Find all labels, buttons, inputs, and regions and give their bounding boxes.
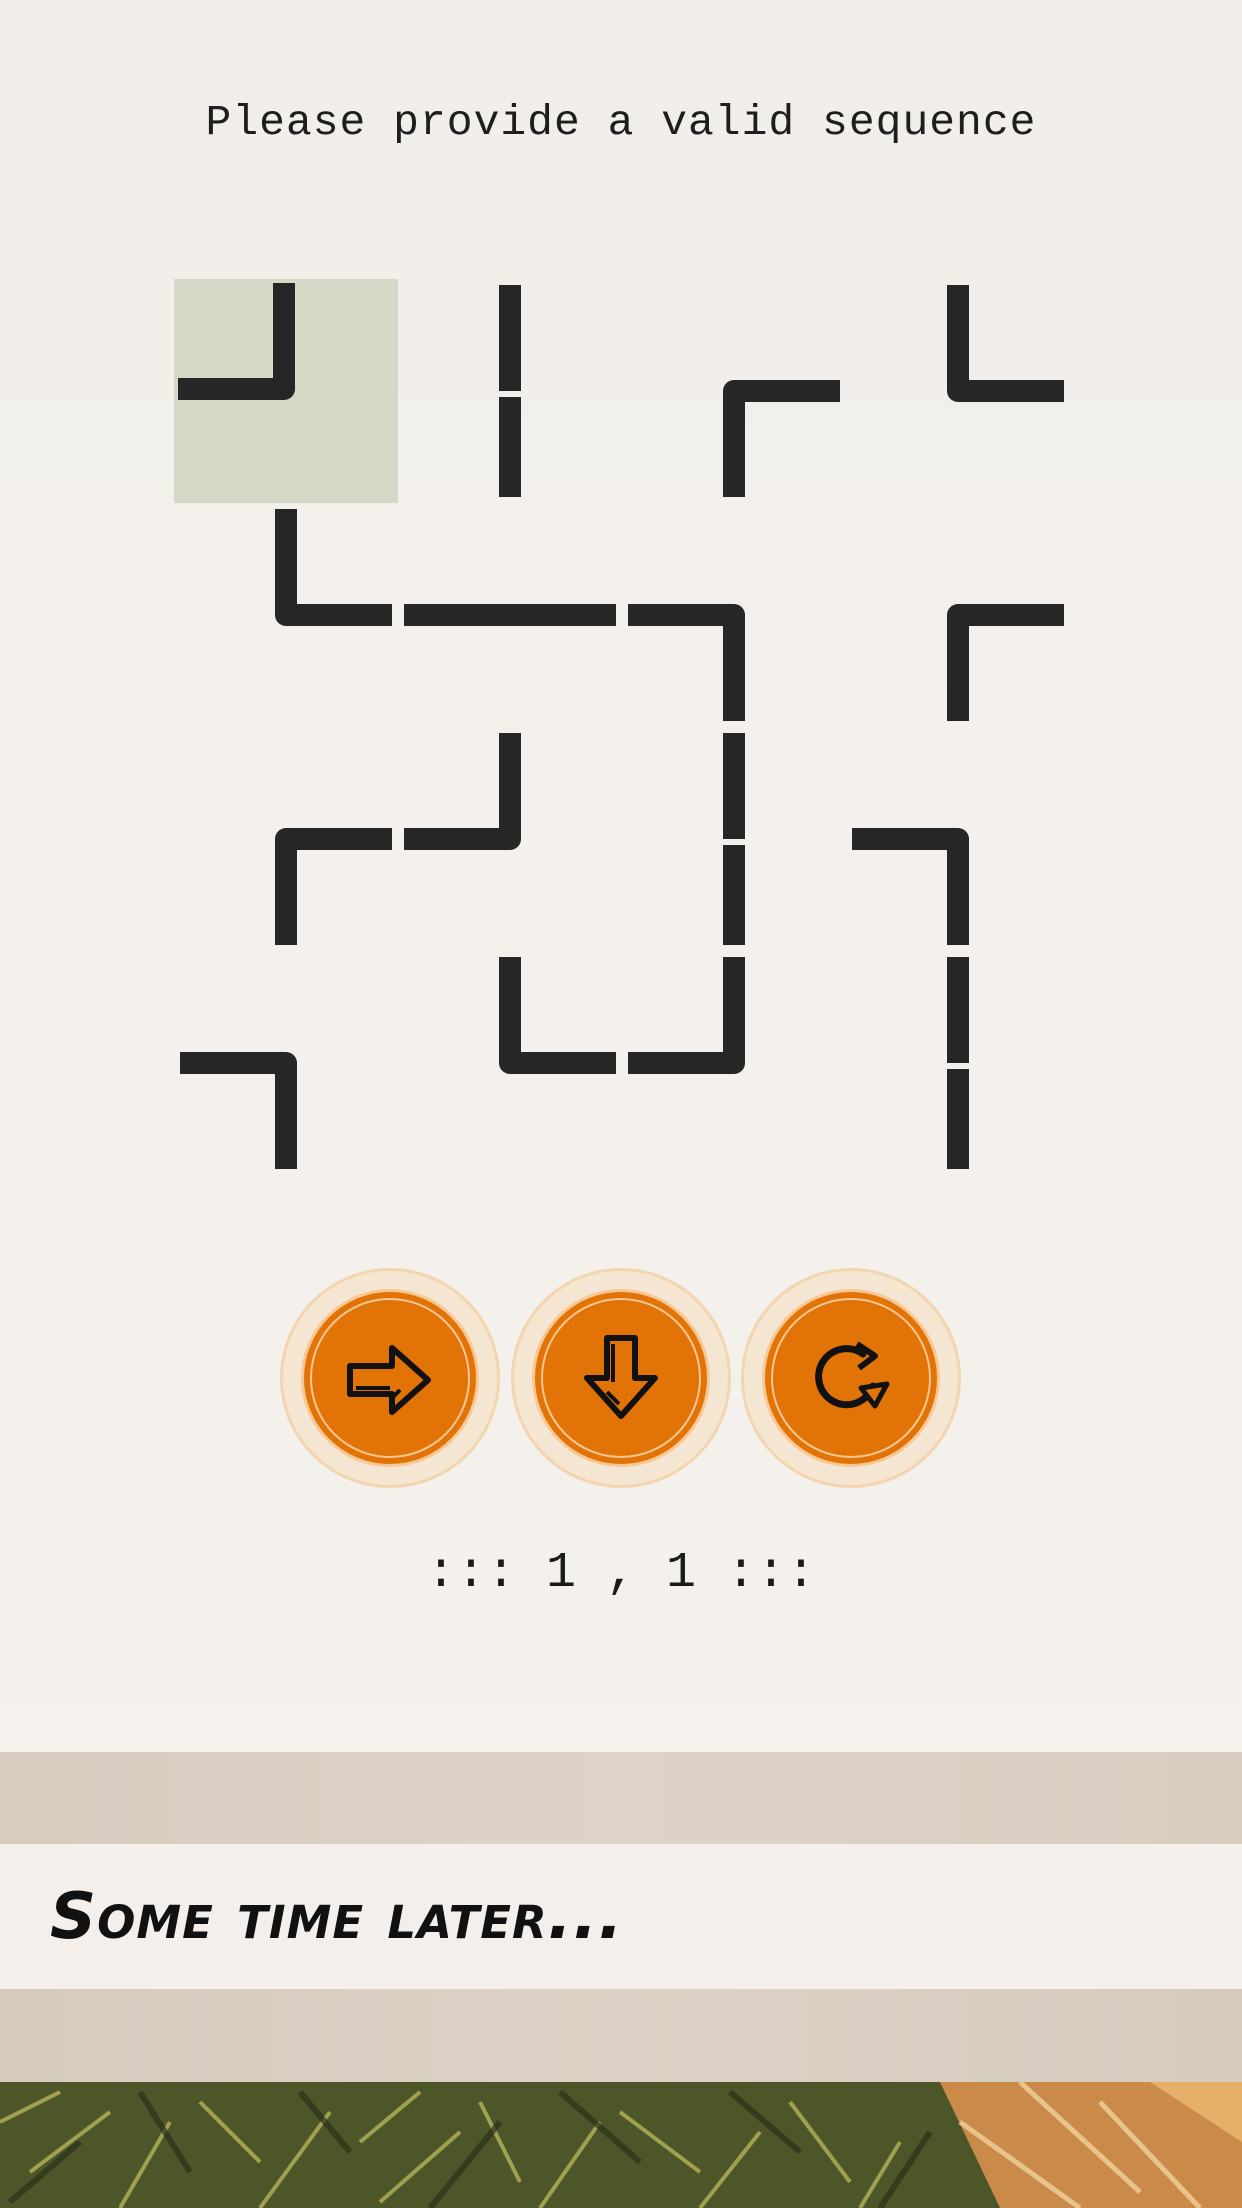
pipe-grid[interactable] (0, 0, 1242, 1200)
pipe-tile[interactable] (174, 279, 398, 503)
pipe-tile[interactable] (275, 828, 392, 945)
pipe-segment (628, 604, 745, 721)
move-down-button[interactable] (511, 1268, 731, 1488)
pipe-tile[interactable] (180, 1052, 297, 1169)
position-readout: ::: 1 , 1 ::: (425, 1545, 817, 1602)
foliage-illustration (0, 2082, 1242, 2208)
pipe-tile[interactable] (723, 380, 840, 497)
pipe-segment (275, 509, 392, 626)
pipe-segment (499, 957, 616, 1074)
pipe-tile[interactable] (628, 957, 745, 1074)
arrow-right-icon (347, 1345, 431, 1415)
pipe-segment (852, 828, 969, 945)
move-right-button[interactable] (280, 1268, 500, 1488)
arrow-down-icon (584, 1335, 658, 1419)
pipe-segment (947, 604, 1064, 721)
pipe-segment (947, 285, 1064, 402)
pipe-tile[interactable] (852, 828, 969, 945)
control-bar (0, 1268, 1242, 1488)
pipe-tile[interactable] (628, 604, 745, 721)
pipe-tile[interactable] (275, 509, 392, 626)
pipe-tile[interactable] (404, 733, 521, 850)
rotate-button[interactable] (741, 1268, 961, 1488)
pipe-segment (180, 1052, 297, 1169)
story-caption: Some time later... (50, 1880, 624, 1954)
pipe-segment (275, 828, 392, 945)
pipe-segment (723, 380, 840, 497)
pipe-tile[interactable] (947, 604, 1064, 721)
rotate-icon (815, 1341, 890, 1409)
pipe-segment (404, 733, 521, 850)
pipe-segment (628, 957, 745, 1074)
scene-image (0, 2082, 1242, 2208)
pipe-tile[interactable] (947, 285, 1064, 402)
pipe-tile[interactable] (499, 957, 616, 1074)
caption-band-top (0, 1752, 1242, 1844)
caption-band-bottom (0, 1989, 1242, 2082)
